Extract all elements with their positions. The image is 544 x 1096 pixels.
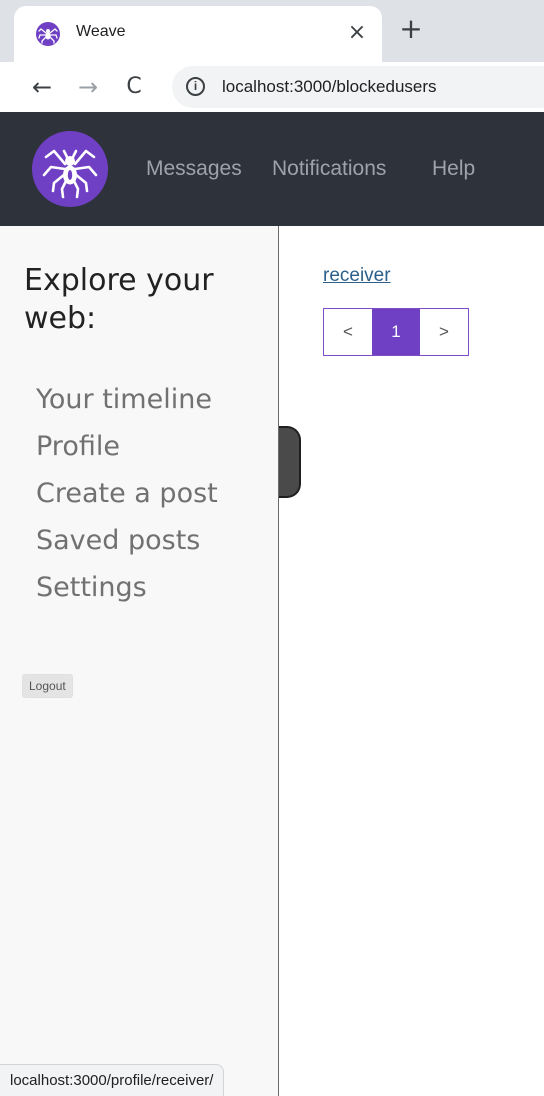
blocked-user-link[interactable]: receiver xyxy=(323,265,391,287)
tab-title: Weave xyxy=(76,23,126,40)
sidebar: Explore your web: Your timeline Profile … xyxy=(0,226,279,1096)
sidebar-item-saved-posts[interactable]: Saved posts xyxy=(36,517,272,564)
browser-tab[interactable]: Weave × xyxy=(14,6,382,62)
app-navbar: Messages Notifications Help xyxy=(0,112,544,226)
reload-icon[interactable]: C xyxy=(118,72,150,102)
status-url-bubble: localhost:3000/profile/receiver/ xyxy=(0,1064,225,1096)
spider-logo-icon[interactable] xyxy=(32,131,108,207)
sidebar-nav: Your timeline Profile Create a post Save… xyxy=(36,376,272,611)
sidebar-item-create-a-post[interactable]: Create a post xyxy=(36,470,272,517)
sidebar-item-profile[interactable]: Profile xyxy=(36,423,272,470)
current-page-button[interactable]: 1 xyxy=(372,309,420,355)
close-icon[interactable]: × xyxy=(344,20,370,46)
logout-button[interactable]: Logout xyxy=(22,674,73,698)
spider-icon xyxy=(36,22,60,46)
nav-link-help[interactable]: Help xyxy=(432,157,475,181)
sidebar-item-settings[interactable]: Settings xyxy=(36,564,272,611)
address-bar[interactable]: i localhost:3000/blockedusers xyxy=(172,66,544,108)
previous-page-button[interactable]: < xyxy=(324,309,372,355)
pagination: < 1 > xyxy=(323,308,469,356)
sidebar-heading: Explore your web: xyxy=(24,263,214,336)
sidebar-item-your-timeline[interactable]: Your timeline xyxy=(36,376,272,423)
back-arrow-icon[interactable]: ← xyxy=(26,72,58,102)
url-text[interactable]: localhost:3000/blockedusers xyxy=(222,77,437,97)
browser-toolbar: ← → C i localhost:3000/blockedusers xyxy=(0,62,544,112)
nav-link-messages[interactable]: Messages xyxy=(146,157,242,181)
browser-tab-strip: Weave × + xyxy=(0,0,544,62)
forward-arrow-icon[interactable]: → xyxy=(72,72,104,102)
new-tab-plus-icon[interactable]: + xyxy=(396,14,426,44)
nav-link-notifications[interactable]: Notifications xyxy=(272,157,386,181)
next-page-button[interactable]: > xyxy=(420,309,468,355)
sidebar-toggle-handle[interactable] xyxy=(279,426,301,498)
info-icon[interactable]: i xyxy=(186,77,205,96)
